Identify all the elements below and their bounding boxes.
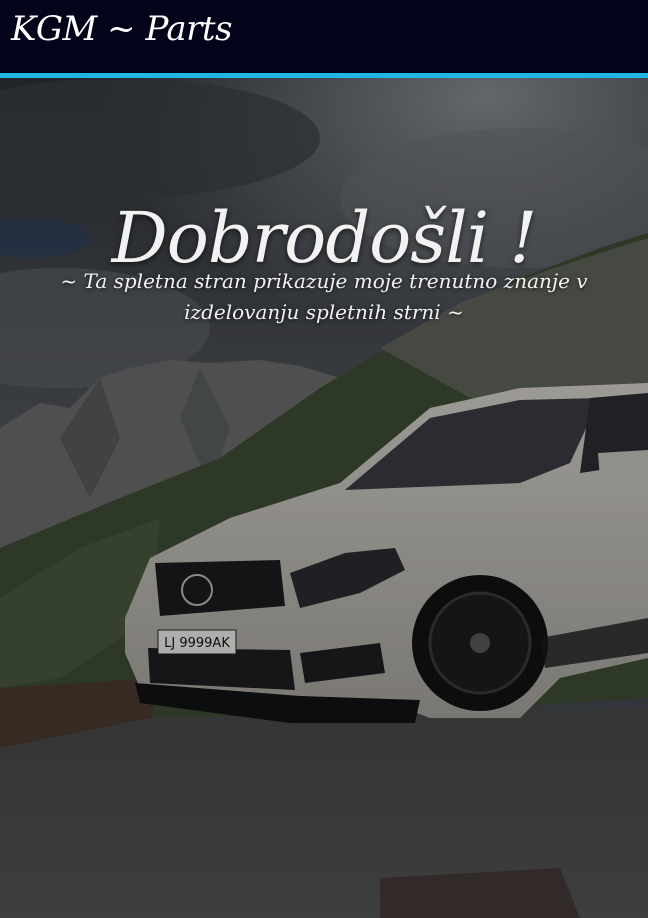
hero-section: LJ 9999AK Dobrodošli ! ~ Ta spletna stra… — [0, 78, 648, 918]
top-navbar: KGM ~ Parts — [0, 0, 648, 78]
brand-logo-link[interactable]: KGM ~ Parts — [11, 9, 232, 49]
hero-subtitle: ~ Ta spletna stran prikazuje moje trenut… — [60, 269, 588, 324]
